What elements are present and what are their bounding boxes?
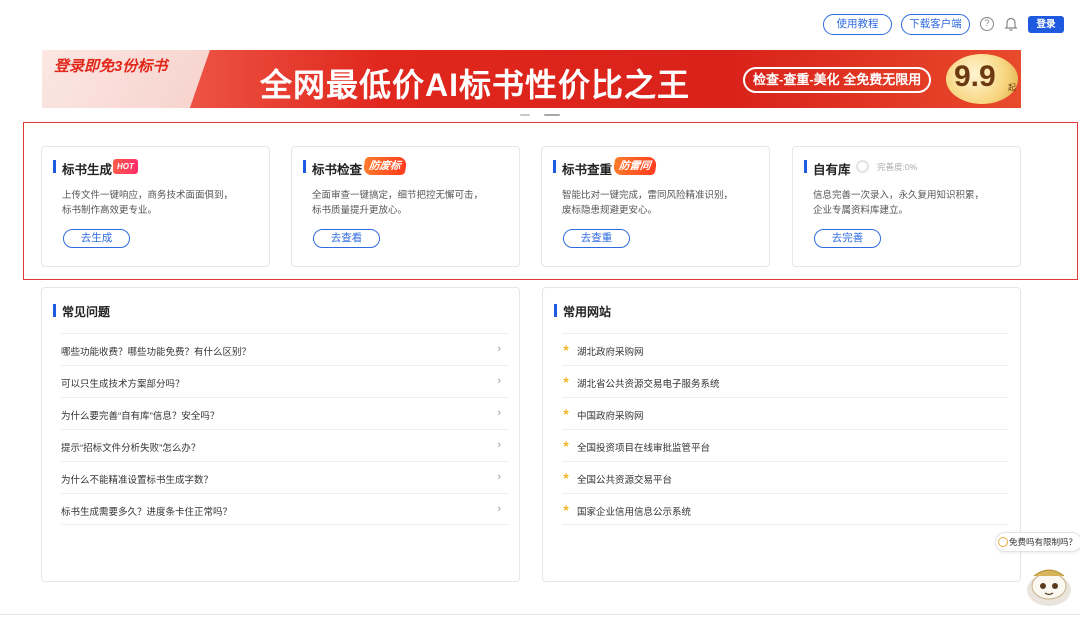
faq-item[interactable]: 为什么不能精准设置标书生成字数？ › bbox=[61, 461, 509, 493]
sites-title: 常用网站 bbox=[563, 305, 612, 319]
site-name: 全国公共资源交易平台 bbox=[577, 475, 673, 486]
faq-question: 为什么不能精准设置标书生成字数？ bbox=[61, 475, 214, 486]
chevron-right-icon: › bbox=[497, 439, 501, 451]
card-description: 上传文件一键响应，商务技术面面俱到， 标书制作高效更专业。 bbox=[62, 190, 234, 216]
site-link[interactable]: ★ 湖北政府采购网 bbox=[562, 333, 1008, 365]
chevron-right-icon: › bbox=[497, 407, 501, 419]
star-icon: ★ bbox=[562, 375, 571, 385]
chevron-right-icon: › bbox=[497, 343, 501, 355]
card-description: 全面审查一键搞定，细节把控无懈可击， 标书质量提升更放心。 bbox=[312, 190, 484, 216]
site-link[interactable]: ★ 全国公共资源交易平台 bbox=[562, 461, 1008, 493]
star-icon: ★ bbox=[562, 343, 571, 353]
chevron-right-icon: › bbox=[497, 471, 501, 483]
sites-panel: 常用网站 ★ 湖北政府采购网 ★ 湖北省公共资源交易电子服务系统 ★ 中国政府采… bbox=[542, 287, 1021, 582]
anti-invalid-tag: 防废标 bbox=[362, 157, 407, 175]
promo-banner[interactable]: 登录即免3份标书 全网最低价AI标书性价比之王 检查-查重-美化 全免费无限用 … bbox=[42, 50, 1021, 108]
faq-question: 提示“招标文件分析失败”怎么办？ bbox=[61, 443, 201, 454]
bell-icon[interactable] bbox=[1004, 17, 1018, 32]
banner-features-pill: 检查-查重-美化 全免费无限用 bbox=[743, 67, 932, 93]
banner-price-unit: 起 bbox=[1008, 83, 1016, 92]
faq-question: 为什么要完善“自有库”信息？安全吗？ bbox=[61, 411, 220, 422]
site-link[interactable]: ★ 全国投资项目在线审批监管平台 bbox=[562, 429, 1008, 461]
star-icon: ★ bbox=[562, 471, 571, 481]
title-accent-bar bbox=[53, 304, 56, 317]
assistant-mascot-icon[interactable] bbox=[1022, 560, 1076, 608]
tutorial-button[interactable]: 使用教程 bbox=[823, 14, 892, 35]
anti-duplicate-tag: 防雷同 bbox=[612, 157, 657, 175]
faq-question: 可以只生成技术方案部分吗？ bbox=[61, 379, 185, 390]
title-accent-bar bbox=[303, 160, 306, 173]
site-link[interactable]: ★ 湖北省公共资源交易电子服务系统 bbox=[562, 365, 1008, 397]
title-accent-bar bbox=[804, 160, 807, 173]
faq-item[interactable]: 为什么要完善“自有库”信息？安全吗？ › bbox=[61, 397, 509, 429]
help-icon[interactable]: ? bbox=[980, 17, 994, 31]
faq-question: 哪些功能收费？哪些功能免费？有什么区别？ bbox=[61, 347, 252, 358]
hot-tag: HOT bbox=[113, 159, 138, 174]
card-title: 标书检查 bbox=[312, 163, 363, 177]
banner-headline: 全网最低价AI标书性价比之王 bbox=[260, 67, 691, 103]
site-name: 中国政府采购网 bbox=[577, 411, 644, 422]
title-accent-bar bbox=[53, 160, 56, 173]
chat-icon bbox=[998, 536, 1008, 547]
page-bottom-divider bbox=[0, 614, 1080, 615]
star-icon: ★ bbox=[562, 407, 571, 417]
go-generate-button[interactable]: 去生成 bbox=[63, 229, 130, 248]
site-name: 国家企业信用信息公示系统 bbox=[577, 507, 692, 518]
faq-panel: 常见问题 哪些功能收费？哪些功能免费？有什么区别？ › 可以只生成技术方案部分吗… bbox=[41, 287, 520, 582]
login-button[interactable]: 登录 bbox=[1028, 16, 1064, 33]
card-title: 自有库 bbox=[813, 163, 851, 177]
chevron-right-icon: › bbox=[497, 375, 501, 387]
card-description: 智能比对一键完成，雷同风险精准识别， 废标隐患规避更安心。 bbox=[562, 190, 734, 216]
faq-item[interactable]: 可以只生成技术方案部分吗？ › bbox=[61, 365, 509, 397]
faq-title: 常见问题 bbox=[62, 305, 111, 319]
feature-card-duplicate: 标书查重 防雷同 智能比对一键完成，雷同风险精准识别， 废标隐患规避更安心。 去… bbox=[541, 146, 770, 267]
site-name: 全国投资项目在线审批监管平台 bbox=[577, 443, 711, 454]
site-name: 湖北省公共资源交易电子服务系统 bbox=[577, 379, 720, 390]
chevron-right-icon: › bbox=[497, 503, 501, 515]
card-description: 信息完善一次录入，永久复用知识积累， 企业专属资料库建立。 bbox=[813, 190, 985, 216]
go-complete-button[interactable]: 去完善 bbox=[814, 229, 881, 248]
card-title: 标书查重 bbox=[562, 163, 613, 177]
progress-ring-icon bbox=[856, 160, 869, 173]
card-title: 标书生成 bbox=[62, 163, 113, 177]
go-duplicate-check-button[interactable]: 去查重 bbox=[563, 229, 630, 248]
faq-item[interactable]: 哪些功能收费？哪些功能免费？有什么区别？ › bbox=[61, 333, 509, 365]
top-header: 使用教程 下载客户端 ? 登录 bbox=[0, 0, 1080, 48]
site-link[interactable]: ★ 国家企业信用信息公示系统 bbox=[562, 493, 1008, 525]
faq-question: 标书生成需要多久？进度条卡住正常吗？ bbox=[61, 507, 233, 518]
star-icon: ★ bbox=[562, 503, 571, 513]
faq-item[interactable]: 标书生成需要多久？进度条卡住正常吗？ › bbox=[61, 493, 509, 525]
feature-card-check: 标书检查 防废标 全面审查一键搞定，细节把控无懈可击， 标书质量提升更放心。 去… bbox=[291, 146, 520, 267]
title-accent-bar bbox=[554, 304, 557, 317]
banner-price: 9.9 bbox=[954, 60, 996, 93]
title-accent-bar bbox=[553, 160, 556, 173]
promo-text: 登录即免3份标书 bbox=[54, 58, 168, 75]
site-name: 湖北政府采购网 bbox=[577, 347, 644, 358]
carousel-indicator[interactable] bbox=[520, 114, 560, 118]
completion-label: 完善度:0% bbox=[877, 162, 918, 172]
feature-card-generate: 标书生成 HOT 上传文件一键响应，商务技术面面俱到， 标书制作高效更专业。 去… bbox=[41, 146, 270, 267]
star-icon: ★ bbox=[562, 439, 571, 449]
site-link[interactable]: ★ 中国政府采购网 bbox=[562, 397, 1008, 429]
feature-card-library: 自有库 完善度:0% 信息完善一次录入，永久复用知识积累， 企业专属资料库建立。… bbox=[792, 146, 1021, 267]
download-client-button[interactable]: 下载客户端 bbox=[901, 14, 970, 35]
faq-item[interactable]: 提示“招标文件分析失败”怎么办？ › bbox=[61, 429, 509, 461]
assistant-bubble[interactable]: 免费吗有限制吗？ bbox=[995, 532, 1080, 552]
go-check-button[interactable]: 去查看 bbox=[313, 229, 380, 248]
